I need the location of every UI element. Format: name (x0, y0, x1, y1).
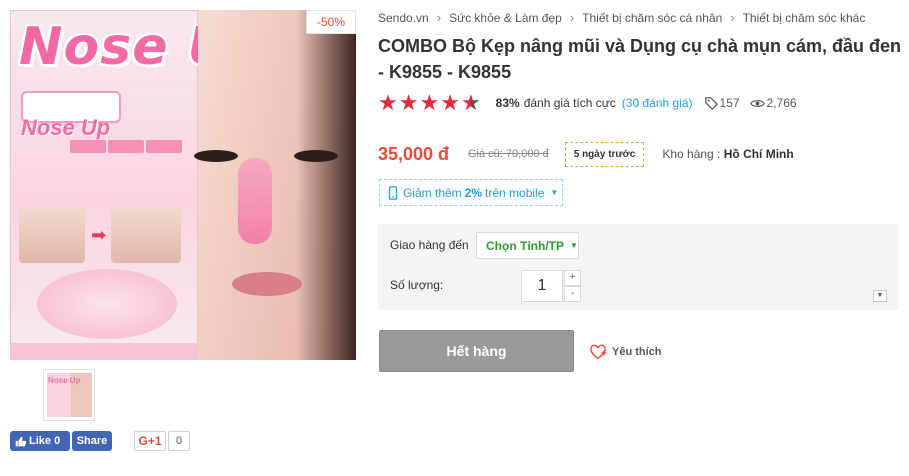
shipping-box: Giao hàng đến Chọn Tỉnh/TP ▼ Số lượng: 1… (378, 224, 899, 310)
package-logo: Nose Up (21, 115, 111, 140)
eye-icon (749, 98, 765, 109)
star-empty-icon: ★ (460, 90, 481, 115)
shipping-label: Giao hàng đến (390, 238, 469, 252)
current-price: 35,000 đ (378, 143, 450, 164)
rating-percent: 83% (495, 96, 520, 110)
chevron-right-icon: › (730, 10, 735, 25)
tag-icon (704, 96, 718, 110)
package-bottom-strip (11, 343, 197, 359)
quantity-increase-button[interactable]: + (564, 270, 581, 286)
chevron-right-icon: › (436, 10, 442, 25)
package-device (37, 269, 177, 339)
thumbnail-label: Nose Up (48, 376, 81, 385)
product-thumbnail[interactable]: Nose Up (43, 369, 95, 421)
rating-count-link[interactable]: (30 đánh giá) (622, 96, 693, 110)
nose-clip (238, 158, 272, 244)
package-image: Nose Up Nose Up ➡ (10, 10, 268, 360)
quantity-input[interactable]: 1 (521, 270, 563, 302)
product-main-image[interactable]: Nose Up Nose Up ➡ -50% (8, 10, 356, 360)
facebook-like-label: Like 0 (29, 435, 61, 447)
chevron-right-icon: › (569, 10, 575, 25)
breadcrumb: Sendo.vn › Sức khỏe & Làm đẹp › Thiết bị… (378, 10, 865, 25)
facebook-share-button[interactable]: Share (72, 431, 112, 451)
scroll-down-icon[interactable]: ▼ (873, 290, 887, 302)
warehouse-label: Kho hàng : (662, 147, 721, 161)
warehouse-value: Hồ Chí Minh (723, 147, 794, 161)
package-face-before (19, 207, 85, 263)
heart-plus-icon (590, 344, 606, 360)
package-tags (69, 139, 189, 179)
breadcrumb-item-home[interactable]: Sendo.vn (378, 11, 429, 25)
warehouse-info: Kho hàng : Hồ Chí Minh (662, 147, 793, 161)
city-select-value: Chọn Tỉnh/TP (486, 238, 564, 253)
view-count: 2,766 (766, 96, 797, 110)
favorite-label: Yêu thích (612, 346, 662, 358)
star-icon: ★ (378, 90, 398, 115)
package-arrow-icon: ➡ (91, 225, 107, 245)
mobile-phone-icon (388, 185, 398, 200)
tag-count: 157 (719, 96, 740, 110)
google-plus-count: 0 (168, 431, 190, 451)
mobile-promo-dropdown[interactable]: Giảm thêm 2% trên mobile ▼ (379, 179, 563, 206)
caret-down-icon: ▼ (569, 241, 578, 250)
breadcrumb-item-personal-care[interactable]: Thiết bị chăm sóc cá nhân (582, 11, 722, 25)
quantity-decrease-button[interactable]: - (564, 286, 581, 302)
price-row: 35,000 đ Giá cũ: 70,000 đ 5 ngày trước K… (378, 140, 903, 168)
star-icon: ★ (440, 90, 460, 115)
google-plus-button[interactable]: G+1 (134, 431, 166, 451)
mobile-promo-suffix: trên mobile (485, 185, 545, 200)
breadcrumb-item-health-beauty[interactable]: Sức khỏe & Làm đẹp (449, 11, 562, 25)
caret-down-icon: ▼ (550, 188, 559, 197)
out-of-stock-button[interactable]: Hết hàng (379, 330, 574, 372)
mobile-promo-value: 2% (464, 185, 483, 200)
quantity-label: Số lượng: (390, 278, 444, 292)
city-select[interactable]: Chọn Tỉnh/TP ▼ (476, 232, 579, 259)
old-price: Giá cũ: 70,000 đ (468, 148, 549, 160)
discount-badge: -50% (306, 10, 356, 34)
favorite-button[interactable]: Yêu thích (589, 344, 662, 360)
package-face-after (111, 207, 181, 263)
facebook-like-button[interactable]: Like 0 (10, 431, 70, 451)
rating-text: đánh giá tích cực (523, 96, 616, 110)
breadcrumb-item-other-care[interactable]: Thiết bị chăm sóc khác (743, 11, 866, 25)
posted-time-badge: 5 ngày trước (564, 141, 645, 167)
rating-stars[interactable]: ★ ★ ★ ★ ★ (378, 90, 482, 115)
mobile-promo-prefix: Giảm thêm (403, 185, 462, 200)
model-face-photo (194, 10, 356, 360)
product-title: COMBO Bộ Kẹp nâng mũi và Dụng cụ chà mụn… (378, 36, 902, 82)
thumbs-up-icon (15, 436, 26, 446)
rating-row: ★ ★ ★ ★ ★ 83% đánh giá tích cực (30 đánh… (378, 90, 807, 115)
star-icon: ★ (419, 90, 440, 115)
star-icon: ★ (398, 90, 419, 115)
